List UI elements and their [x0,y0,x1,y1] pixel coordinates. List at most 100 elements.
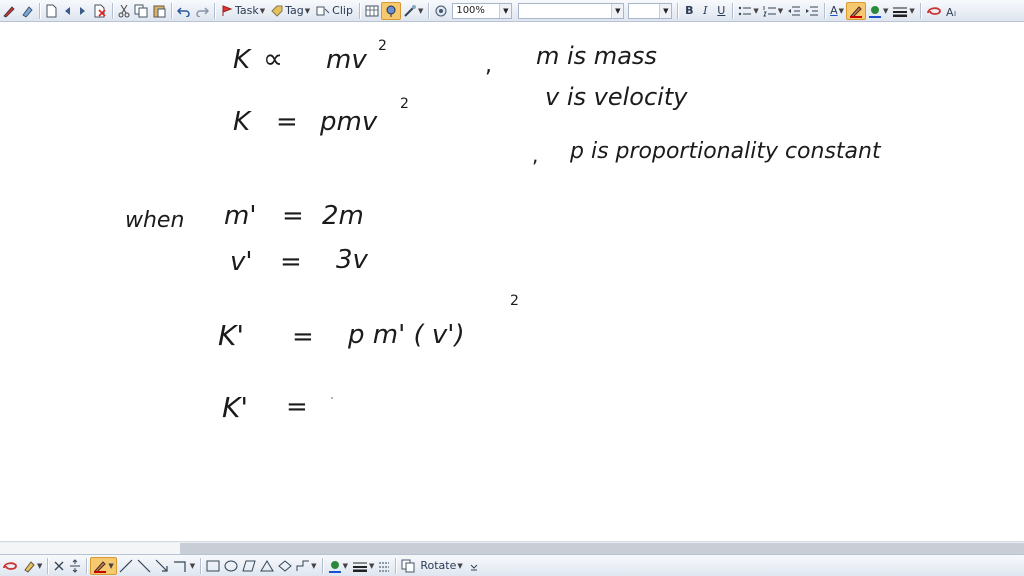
connector-icon[interactable]: ▼ [171,557,197,575]
line-weight-icon[interactable]: ▼ [350,557,376,575]
delete-stroke-icon[interactable] [51,557,67,575]
toolbar-divider [200,557,202,574]
arrow-line-icon[interactable] [153,557,171,575]
note-canvas[interactable]: K ∝ mv 2 , m is mass K = pmv 2 v is velo… [0,23,1024,541]
toolbar-divider [358,2,360,19]
shape-fill-icon[interactable]: ▼ [326,557,350,575]
equals-2: = [280,247,302,277]
chevron-down-icon: ▼ [342,561,348,570]
bold-button[interactable]: B [681,2,697,20]
zoom-icon[interactable] [432,2,450,20]
line-style-icon[interactable] [376,557,392,575]
line1-k: K [233,45,252,75]
line2-equals: = [276,107,298,137]
equals-3: = [292,322,314,352]
fill-color-icon[interactable]: ▼ [866,2,890,20]
numbered-list-icon[interactable]: ▼ [761,2,785,20]
scroll-thumb[interactable] [180,543,1024,554]
highlighter-icon[interactable]: ▼ [20,557,44,575]
table-icon[interactable] [363,2,381,20]
zoom-select[interactable]: 100% ▼ [452,2,513,19]
paste-icon[interactable] [150,2,168,20]
pen-color-icon[interactable] [846,1,867,20]
svg-text:A: A [946,6,954,17]
bullet-list-icon[interactable]: ▼ [736,2,760,20]
eraser-icon[interactable] [0,557,20,575]
eraser-icon[interactable] [924,2,944,20]
diamond-icon[interactable] [276,557,294,575]
font-color-button[interactable]: A ▼ [828,2,846,20]
underline-button[interactable]: U [713,2,729,20]
chevron-down-icon: ▼ [838,6,845,15]
equals-1: = [282,201,304,231]
ellipse-icon[interactable] [222,557,240,575]
zoom-value: 100% [456,5,485,16]
rotate-button[interactable]: Rotate ▼ [417,557,465,575]
horizontal-scrollbar[interactable] [0,541,1024,555]
toolbar-divider [112,2,113,19]
cut-icon[interactable] [116,2,132,20]
chevron-down-icon: ▼ [777,6,784,15]
chevron-down-icon: ▼ [368,561,375,570]
rhs-3-exponent: 2 [510,293,519,309]
pen-tool-icon[interactable] [0,2,18,20]
svg-text:I: I [954,10,956,17]
redo-icon[interactable] [193,2,211,20]
toolbar-divider [39,2,40,19]
toolbar-divider [214,2,215,19]
rhs-3: p m' ( v') [347,320,465,350]
chevron-down-icon: ▼ [108,561,114,570]
chevron-down-icon: ▼ [417,6,424,15]
font-size-icon[interactable]: AI [944,2,962,20]
increase-indent-icon[interactable] [803,2,821,20]
line1-exponent: 2 [378,38,387,54]
drawing-toolbar: ▼ ▼ ▼ ▼ ▼ ▼ Rotate ▼ [0,554,1024,576]
line1-proportional-symbol: ∝ [263,42,283,75]
rotate-label: Rotate [420,559,457,572]
italic-button[interactable]: I [697,2,713,20]
chevron-down-icon: ▼ [909,6,915,15]
diagonal-line-icon[interactable] [135,557,153,575]
triangle-icon[interactable] [258,557,276,575]
two-m: 2m [322,201,364,231]
line-weight-icon[interactable]: ▼ [890,2,916,20]
rectangle-icon[interactable] [204,557,222,575]
undo-icon[interactable] [175,2,193,20]
line2-exponent: 2 [400,96,409,112]
toolbar-divider [824,2,826,19]
pen-icon[interactable]: ▼ [90,556,117,575]
chevron-down-icon[interactable]: ▼ [499,3,512,18]
font-family-select[interactable]: ▼ [518,2,625,19]
new-page-icon[interactable] [43,2,59,20]
step-shape-icon[interactable]: ▼ [294,557,318,575]
next-page-icon[interactable] [75,2,91,20]
chevron-down-icon: ▼ [457,561,463,570]
chevron-down-icon[interactable]: ▼ [611,3,624,18]
insert-space-icon[interactable] [67,557,83,575]
chevron-down-icon: ▼ [753,6,759,15]
toolbar-divider [321,557,323,574]
toolbar-divider [171,2,172,19]
delete-page-icon[interactable] [91,2,109,20]
ink-effect-icon[interactable]: ▼ [401,2,425,20]
line1-note-mass: m is mass [536,42,657,70]
line2-rhs: pmv [319,107,378,137]
tag-button[interactable]: Tag ▼ [268,2,313,20]
font-size-select[interactable]: ▼ [628,2,673,19]
lasso-select-icon[interactable] [380,1,401,20]
line-tool-icon[interactable] [117,557,135,575]
decrease-indent-icon[interactable] [785,2,803,20]
line3-note-constant: p is proportionality constant [569,139,882,164]
parallelogram-icon[interactable] [240,557,258,575]
chevron-down-icon: ▼ [37,561,43,570]
chevron-down-icon[interactable]: ▼ [659,3,672,18]
toolbar-options-icon[interactable] [466,557,482,575]
clip-button[interactable]: Clip [313,2,356,20]
highlighter-icon[interactable] [18,2,36,20]
task-button[interactable]: Task ▼ [218,2,268,20]
copy-shape-icon[interactable] [399,557,417,575]
m-prime: m' [224,201,256,231]
scroll-track[interactable] [0,543,180,554]
previous-page-icon[interactable] [59,2,75,20]
copy-icon[interactable] [132,2,150,20]
